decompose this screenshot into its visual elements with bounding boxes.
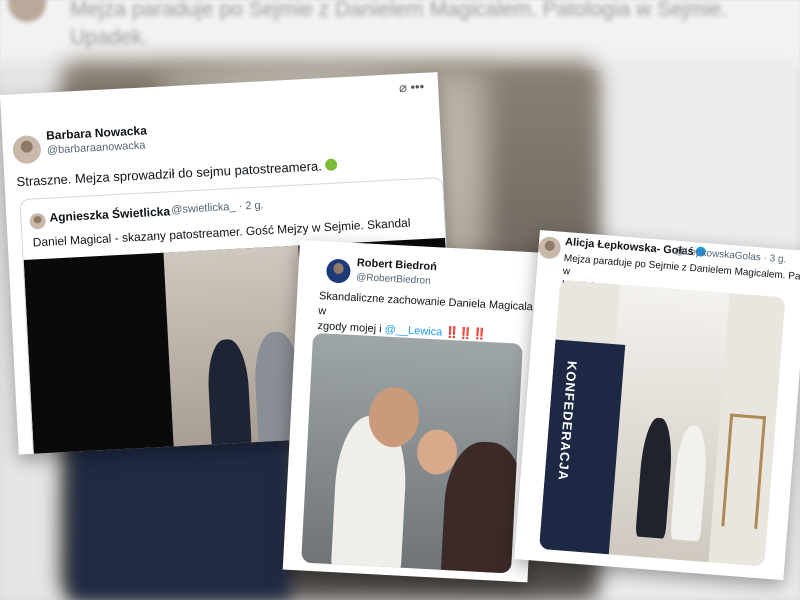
tweet-card-biedron: Robert Biedroń @RobertBiedron Skandalicz…	[282, 240, 545, 583]
avatar[interactable]	[325, 258, 352, 284]
background-banner	[70, 430, 290, 600]
avatar[interactable]	[12, 134, 42, 165]
background-tweet-text: Mejza paraduje po Sejmie z Danielem Magi…	[70, 0, 727, 52]
quote-author-name: Agnieszka Świetlicka	[49, 204, 171, 225]
tweet-text-content: Straszne. Mejza sprowadził do sejmu pato…	[16, 158, 323, 190]
exclamation-emoji: ‼️‼️‼️	[445, 326, 487, 341]
avatar[interactable]	[537, 235, 562, 260]
tweet-card-lepkowska: Alicja Łepkowska- Gołaś @LepkowskaGolas …	[514, 230, 800, 581]
author-handle[interactable]: @RobertBiedron	[356, 272, 431, 287]
more-options-icon[interactable]: •••	[410, 79, 424, 95]
background-text-line2: Upadek.	[70, 26, 149, 49]
quote-author-handle: @swietlicka_ · 2 g.	[170, 199, 264, 217]
quote-avatar	[29, 212, 47, 230]
tweet-actions: ⌀ •••	[399, 79, 425, 96]
author-name[interactable]: Robert Biedroń	[357, 257, 438, 273]
easel	[721, 413, 767, 529]
nauseated-emoji-icon	[324, 158, 338, 172]
grok-icon[interactable]: ⌀	[399, 80, 408, 95]
tweet-photo[interactable]	[301, 332, 523, 574]
author-handle[interactable]: @barbaraanowacka	[47, 139, 146, 156]
background-text-line1: Mejza paraduje po Sejmie z Danielem Magi…	[70, 0, 728, 21]
tweet-photo[interactable]: KONFEDERACJA	[538, 279, 786, 567]
